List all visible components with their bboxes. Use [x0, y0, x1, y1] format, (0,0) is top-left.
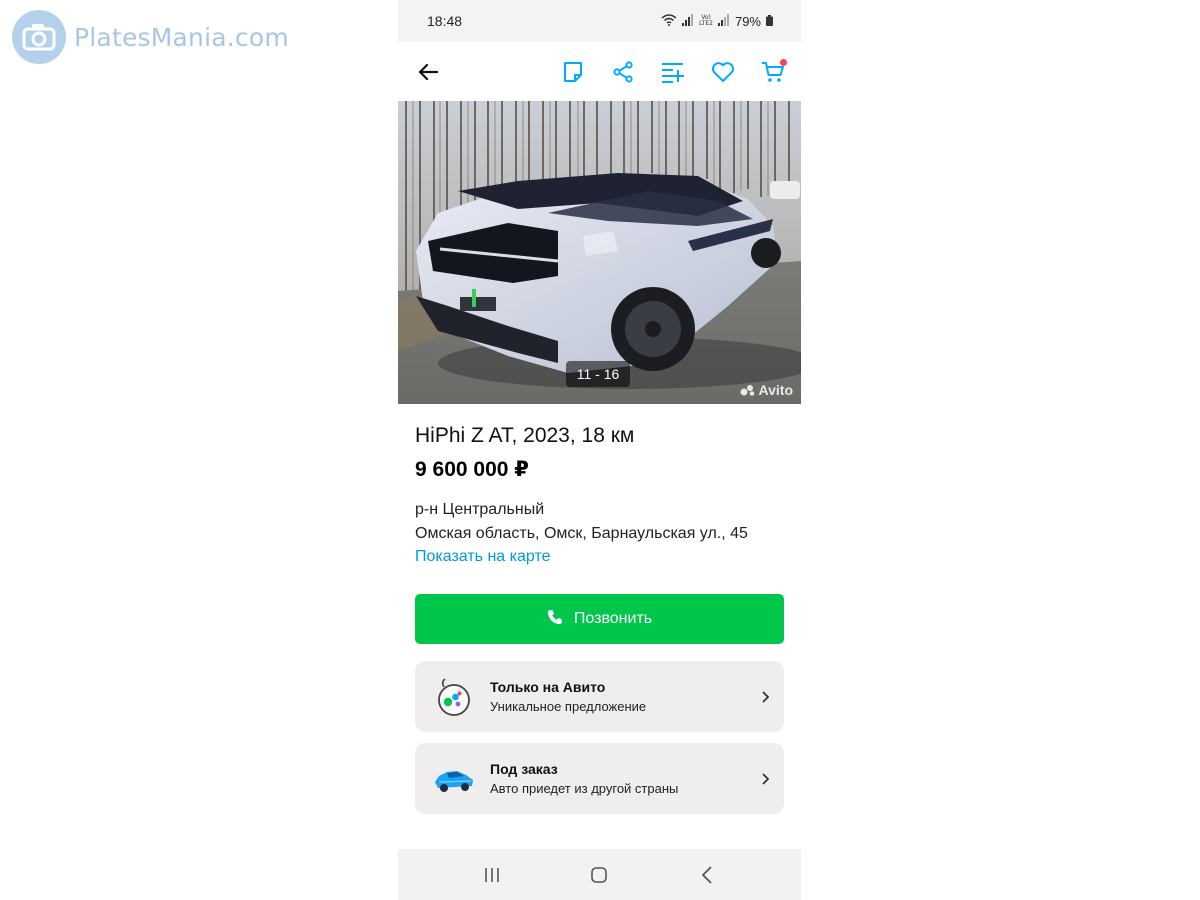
platesmania-watermark: PlatesMania.com: [12, 10, 289, 64]
top-toolbar: [398, 42, 801, 101]
status-bar: 18:48 Vo) LTE2 79%: [398, 0, 801, 42]
home-icon[interactable]: [579, 855, 619, 895]
status-indicators: Vo) LTE2 79%: [661, 13, 773, 29]
signal-icon: [682, 13, 694, 29]
card-subtitle: Авто приедет из другой страны: [490, 781, 679, 796]
avito-dots-icon: [740, 384, 756, 396]
battery-percent: 79%: [734, 13, 761, 29]
call-button-label: Позвонить: [573, 610, 653, 627]
heart-icon[interactable]: [709, 58, 737, 86]
phone-screen: 18:48 Vo) LTE2 79% 11 - 16 Avito HiPhi Z…: [398, 0, 801, 900]
status-time: 18:48: [427, 13, 463, 29]
back-nav-icon[interactable]: [687, 855, 727, 895]
note-icon[interactable]: [559, 58, 587, 86]
card-title: Под заказ: [490, 761, 558, 777]
wifi-icon: [661, 13, 677, 29]
chevron-right-icon: [759, 772, 771, 785]
card-subtitle: Уникальное предложение: [490, 699, 647, 714]
compare-icon[interactable]: [659, 58, 687, 86]
show-on-map-link[interactable]: Показать на карте: [415, 548, 784, 566]
android-nav-bar: [398, 849, 801, 900]
photo-counter: 11 - 16: [566, 361, 630, 387]
cart-badge: [780, 58, 787, 66]
watermark-text: PlatesMania.com: [74, 22, 289, 52]
back-arrow-icon[interactable]: [416, 60, 440, 84]
share-icon[interactable]: [609, 58, 637, 86]
signal-icon-2: [717, 13, 730, 29]
listing-photo[interactable]: 11 - 16 Avito: [398, 101, 801, 404]
listing-title: HiPhi Z AT, 2023, 18 км: [415, 424, 635, 447]
listing-price: 9 600 000 ₽: [415, 458, 529, 481]
car-photo-illustration: [398, 101, 801, 404]
recent-apps-icon[interactable]: [472, 855, 512, 895]
network-label: Vo) LTE2: [699, 14, 713, 27]
car-icon: [433, 758, 475, 800]
listing-details: HiPhi Z AT, 2023, 18 км 9 600 000 ₽ р-н …: [398, 424, 801, 814]
under-order-card[interactable]: Под заказ Авто приедет из другой страны: [415, 743, 784, 814]
cart-icon[interactable]: [759, 58, 787, 86]
battery-icon: [766, 14, 773, 29]
avito-watermark: Avito: [740, 382, 793, 398]
card-title: Только на Авито: [490, 679, 606, 695]
camera-icon: [12, 10, 66, 64]
chevron-right-icon: [759, 690, 771, 703]
listing-district: р-н Центральный: [415, 501, 545, 518]
avito-bubble-icon: [433, 676, 475, 718]
call-button[interactable]: Позвонить: [415, 594, 784, 644]
only-on-avito-card[interactable]: Только на Авито Уникальное предложение: [415, 661, 784, 732]
listing-address: Омская область, Омск, Барнаульская ул., …: [415, 525, 748, 542]
phone-icon: [547, 609, 563, 630]
